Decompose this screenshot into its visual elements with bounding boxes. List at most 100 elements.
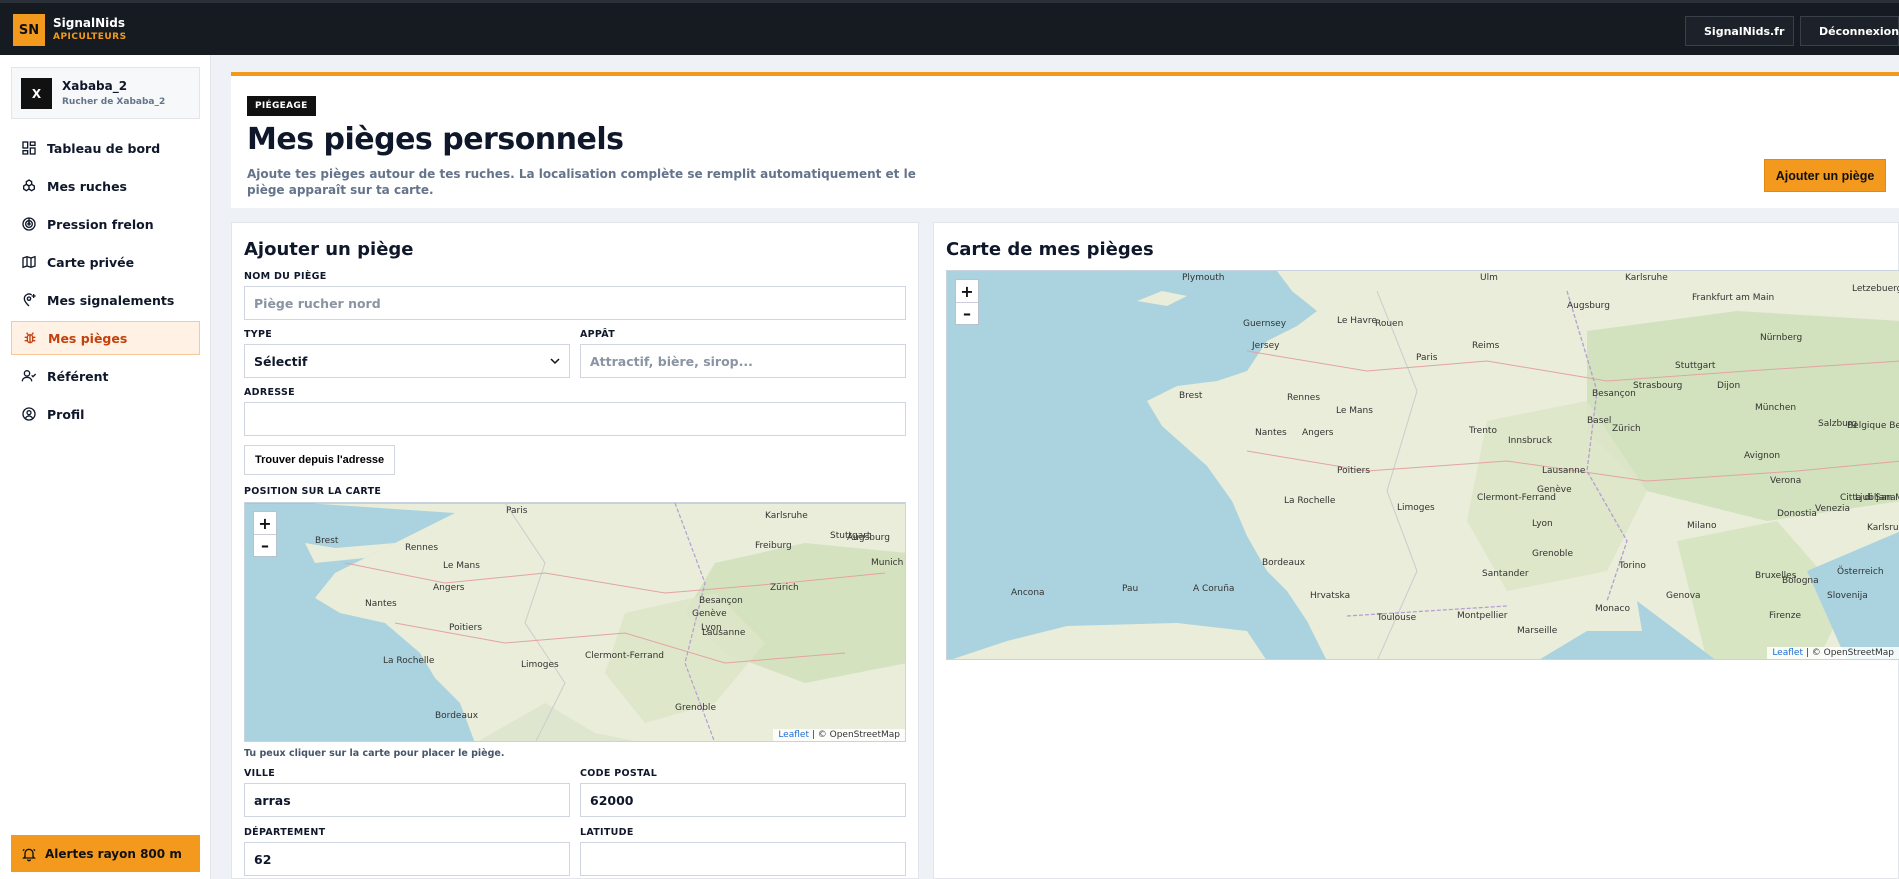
sidebar-item-private-map[interactable]: Carte privée <box>11 245 200 279</box>
map-city-label: Basel <box>1587 416 1612 426</box>
map-city-label: Marseille <box>1517 626 1558 636</box>
zoom-out-button[interactable]: – <box>956 302 978 324</box>
postal-code-input[interactable]: 62000 <box>580 783 906 817</box>
bait-input[interactable]: Attractif, bière, sirop... <box>580 344 906 378</box>
department-input[interactable]: 62 <box>244 842 570 876</box>
traps-map-panel: Carte de mes pièges Plymouth Guernsey Je… <box>933 222 1899 879</box>
map-city-label: Lausanne <box>1542 466 1586 476</box>
map-city-label: Ancona <box>1011 588 1045 598</box>
map-city-label: Zürich <box>1612 424 1641 434</box>
map-city-label: Le Havre <box>1337 316 1377 326</box>
public-site-label: SignalNids.fr <box>1704 24 1785 38</box>
sidebar-item-label: Pression frelon <box>47 216 154 232</box>
map-city-label: Bordeaux <box>1262 558 1306 568</box>
pin-plus-icon <box>23 293 36 307</box>
user-check-icon <box>21 370 37 382</box>
department-value: 62 <box>254 851 272 867</box>
avatar: X <box>21 78 52 109</box>
public-site-button[interactable]: SignalNids.fr <box>1685 16 1794 46</box>
leaflet-link[interactable]: Leaflet <box>778 730 809 740</box>
alerts-radius-label: Alertes rayon 800 m <box>45 846 182 861</box>
bait-label: APPÂT <box>580 329 616 340</box>
sidebar-item-label: Mes pièges <box>48 330 128 346</box>
map-city-label: Karlsruhe <box>1625 273 1668 283</box>
profile-icon <box>22 407 36 421</box>
map-city-label: Pau <box>1122 584 1139 594</box>
user-apiary: Rucher de Xababa_2 <box>62 97 166 107</box>
leaflet-link[interactable]: Leaflet <box>1772 648 1803 658</box>
chevron-down-icon <box>550 358 560 365</box>
map-city-label: La Rochelle <box>383 656 435 666</box>
city-input[interactable]: arras <box>244 783 570 817</box>
page-subtitle: Ajoute tes pièges autour de tes ruches. … <box>247 167 916 197</box>
map-city-label: Le Mans <box>443 561 480 571</box>
map-attribution: Leaflet | © OpenStreetMap <box>773 729 905 741</box>
map-city-label: Citta di San Marino <box>1840 493 1899 503</box>
zoom-in-button[interactable]: + <box>254 512 276 534</box>
latitude-input[interactable] <box>580 842 906 876</box>
map-city-label: Brest <box>1179 391 1203 401</box>
map-city-label: Angers <box>433 583 465 593</box>
map-city-label: Torino <box>1619 561 1646 571</box>
traps-map[interactable]: Plymouth Guernsey Jersey Brest Rennes Le… <box>946 270 1899 660</box>
sidebar-item-hives[interactable]: Mes ruches <box>11 169 200 203</box>
map-zoom-control: + – <box>253 511 277 557</box>
type-select[interactable]: Sélectif <box>244 344 570 378</box>
map-city-label: Verona <box>1770 476 1802 486</box>
alerts-radius-button[interactable]: Alertes rayon 800 m <box>11 835 200 872</box>
map-city-label: Österreich <box>1837 567 1884 577</box>
sidebar-item-dashboard[interactable]: Tableau de bord <box>11 131 200 165</box>
map-city-label: Santander <box>1482 569 1529 579</box>
zoom-out-button[interactable]: – <box>254 534 276 556</box>
sidebar-item-label: Profil <box>47 406 85 422</box>
map-city-label: Limoges <box>521 660 559 670</box>
map-city-label: Dijon <box>1717 381 1741 391</box>
map-city-label: Paris <box>1416 353 1438 363</box>
zoom-in-button[interactable]: + <box>956 280 978 302</box>
app-logo[interactable]: SN <box>13 14 45 46</box>
map-icon <box>22 255 36 269</box>
map-city-label: Nantes <box>365 599 397 609</box>
map-city-label: Donostia <box>1777 509 1817 519</box>
map-hint: Tu peux cliquer sur la carte pour placer… <box>244 748 505 759</box>
map-city-label: Nantes <box>1255 428 1287 438</box>
latitude-label: LATITUDE <box>580 827 634 838</box>
brand[interactable]: SignalNids APICULTEURS <box>53 16 127 44</box>
map-city-label: Karlsruhe <box>1867 523 1899 533</box>
sidebar-item-profile[interactable]: Profil <box>11 397 200 431</box>
user-name: Xababa_2 <box>62 79 128 93</box>
address-label: ADRESSE <box>244 387 295 398</box>
find-from-address-button[interactable]: Trouver depuis l'adresse <box>244 445 396 475</box>
bait-placeholder: Attractif, bière, sirop... <box>590 353 753 369</box>
sidebar-item-referent[interactable]: Référent <box>11 359 200 393</box>
address-input[interactable] <box>244 402 906 436</box>
user-card[interactable]: X Xababa_2 Rucher de Xababa_2 <box>11 67 200 119</box>
map-city-label: Frankfurt am Main <box>1692 293 1775 303</box>
sidebar-item-label: Carte privée <box>47 254 135 270</box>
sidebar-item-reports[interactable]: Mes signalements <box>11 283 200 317</box>
map-city-label: Avignon <box>1744 451 1781 461</box>
map-city-label: Monaco <box>1595 604 1630 614</box>
position-map[interactable]: Paris Brest Rennes Le Mans Angers Nantes… <box>244 502 906 742</box>
add-trap-button[interactable]: Ajouter un piège <box>1764 159 1886 192</box>
brand-name: SignalNids <box>53 16 125 30</box>
trap-name-input[interactable]: Piège rucher nord <box>244 286 906 320</box>
map-city-label: Angers <box>1302 428 1334 438</box>
sidebar-item-traps[interactable]: Mes pièges <box>11 321 200 355</box>
map-city-label: Firenze <box>1769 611 1802 621</box>
sidebar-item-hornet-pressure[interactable]: Pression frelon <box>11 207 200 241</box>
logout-button[interactable]: Déconnexion <box>1800 16 1899 46</box>
map-tiles <box>245 503 905 741</box>
map-city-label: Rennes <box>1287 393 1321 403</box>
map-city-label: Poitiers <box>449 623 483 633</box>
logout-label: Déconnexion <box>1819 24 1899 38</box>
section-tag: PIÉGEAGE <box>247 96 316 116</box>
map-city-label: Poitiers <box>1337 466 1371 476</box>
map-city-label: Bordeaux <box>435 711 479 721</box>
map-city-label: Zürich <box>770 583 799 593</box>
dashboard-icon <box>22 141 36 155</box>
map-city-label: Genève <box>692 609 727 619</box>
sidebar-item-label: Référent <box>47 368 109 384</box>
map-city-label: Le Mans <box>1336 406 1373 416</box>
map-city-label: Hrvatska <box>1310 591 1351 601</box>
